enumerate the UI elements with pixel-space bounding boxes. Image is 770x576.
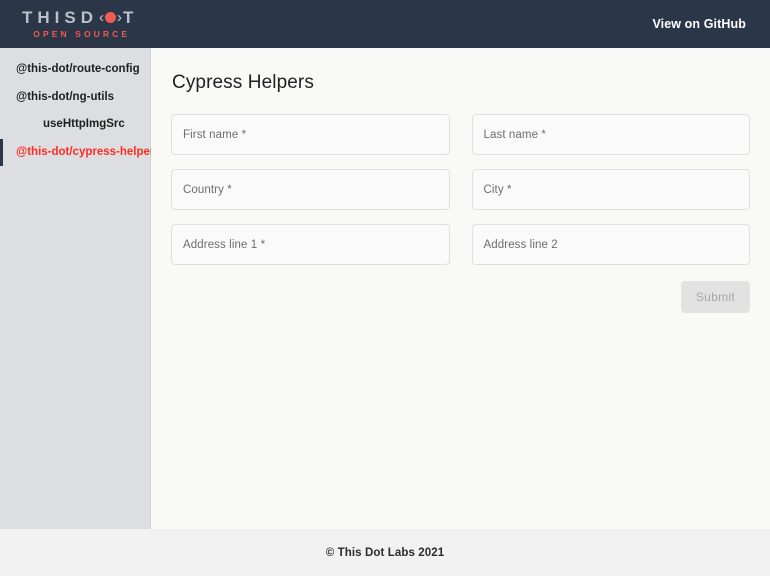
address-line-1-placeholder: Address line 1 * bbox=[183, 238, 266, 251]
logo-circle-icon bbox=[105, 12, 117, 24]
body-row: @this-dot/route-config @this-dot/ng-util… bbox=[0, 48, 770, 529]
page-title: Cypress Helpers bbox=[172, 72, 314, 93]
address-line-2-field[interactable]: Address line 2 bbox=[471, 224, 750, 265]
city-field[interactable]: City * bbox=[471, 169, 750, 210]
page-footer: © This Dot Labs 2021 bbox=[0, 529, 770, 576]
address-form: First name * Last name * Country * City … bbox=[171, 114, 750, 265]
sidebar-item-cypress-helpers[interactable]: @this-dot/cypress-helpers bbox=[0, 138, 161, 167]
last-name-placeholder: Last name * bbox=[483, 128, 546, 141]
footer-copyright: © This Dot Labs 2021 bbox=[325, 546, 445, 559]
address-line-2-placeholder: Address line 2 bbox=[483, 238, 558, 251]
main-content: Cypress Helpers First name * Last name *… bbox=[151, 48, 770, 529]
form-actions: Submit bbox=[171, 281, 750, 313]
logo-text-d: D bbox=[80, 8, 99, 28]
logo-text-this: THIS bbox=[22, 8, 81, 28]
sidebar-item-route-config[interactable]: @this-dot/route-config bbox=[0, 56, 150, 84]
app-root: THIS D ‹ › T OPEN SOURCE View on GitHub … bbox=[0, 0, 770, 576]
address-line-1-field[interactable]: Address line 1 * bbox=[171, 224, 450, 265]
submit-button[interactable]: Submit bbox=[680, 281, 750, 313]
logo-wordmark: THIS D ‹ › T bbox=[22, 9, 138, 26]
last-name-field[interactable]: Last name * bbox=[471, 114, 750, 155]
logo-bracket-right: › bbox=[117, 9, 123, 27]
first-name-field[interactable]: First name * bbox=[171, 114, 450, 155]
city-placeholder: City * bbox=[483, 183, 512, 196]
first-name-placeholder: First name * bbox=[183, 128, 247, 141]
sidebar-item-use-http-img-src[interactable]: useHttpImgSrc bbox=[0, 111, 150, 139]
country-placeholder: Country * bbox=[183, 183, 232, 196]
top-header: THIS D ‹ › T OPEN SOURCE View on GitHub bbox=[0, 0, 770, 48]
logo-text-t: T bbox=[123, 8, 139, 28]
sidebar-item-ng-utils[interactable]: @this-dot/ng-utils bbox=[0, 84, 150, 112]
this-dot-logo[interactable]: THIS D ‹ › T OPEN SOURCE bbox=[22, 9, 138, 39]
sidebar-nav: @this-dot/route-config @this-dot/ng-util… bbox=[0, 48, 161, 529]
view-on-github-link[interactable]: View on GitHub bbox=[652, 17, 746, 31]
logo-subtitle: OPEN SOURCE bbox=[33, 29, 131, 40]
logo-bracket-left: ‹ bbox=[99, 9, 105, 27]
country-field[interactable]: Country * bbox=[171, 169, 450, 210]
logo-dot-icon: ‹ › bbox=[99, 10, 122, 25]
